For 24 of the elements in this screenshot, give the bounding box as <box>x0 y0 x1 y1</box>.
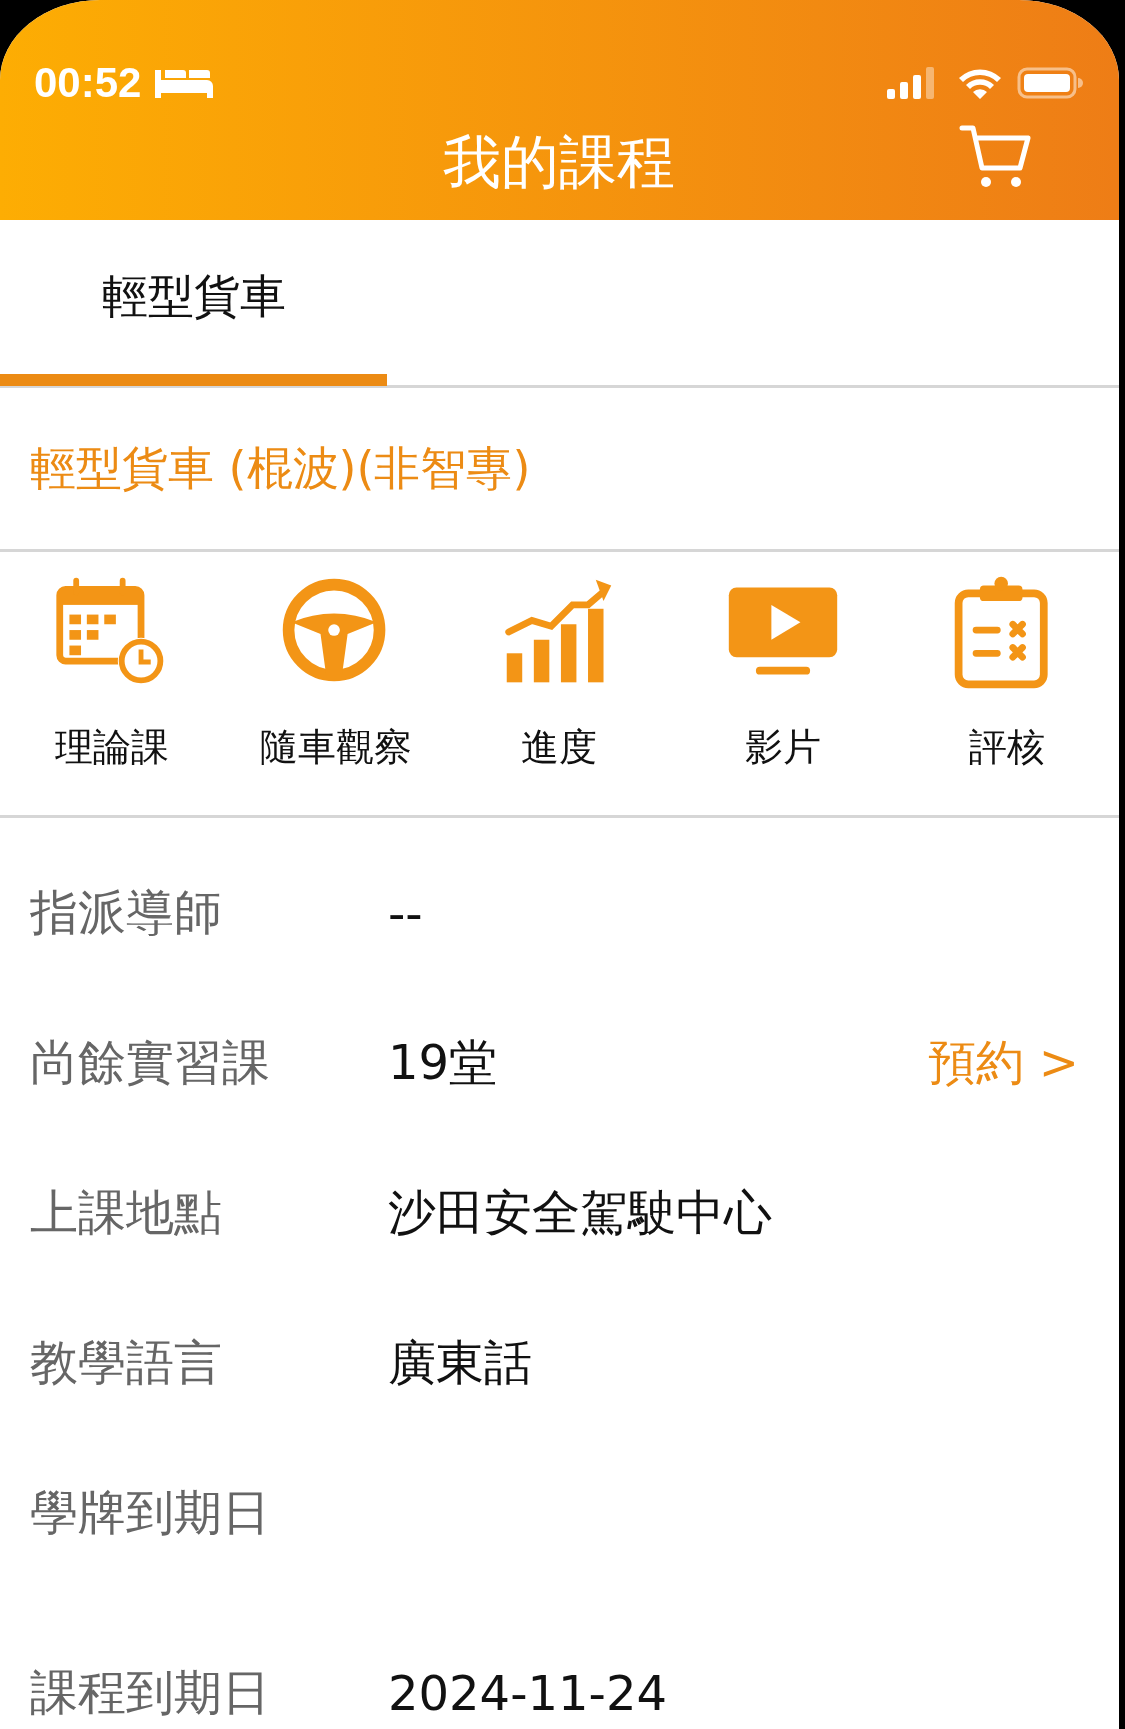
battery-icon <box>1017 67 1083 99</box>
detail-value: 廣東話 <box>388 1333 533 1392</box>
detail-label: 尚餘實習課 <box>30 1033 271 1092</box>
feature-label[interactable]: 理論課 <box>54 722 169 773</box>
detail-label: 上課地點 <box>30 1183 223 1242</box>
detail-label: 指派導師 <box>30 883 223 942</box>
detail-value: 2024-11-24 <box>388 1665 668 1721</box>
page-title: 我的課程 <box>442 127 675 198</box>
detail-label: 教學語言 <box>30 1333 223 1392</box>
detail-value: 19堂 <box>388 1033 499 1092</box>
detail-value: 沙田安全駕駛中心 <box>388 1183 773 1242</box>
detail-label: 學牌到期日 <box>30 1483 271 1542</box>
status-time: 00:52 <box>34 59 142 107</box>
wifi-icon <box>957 66 1003 100</box>
detail-value: -- <box>388 885 424 941</box>
detail-label: 課程到期日 <box>30 1663 271 1722</box>
signal-icon <box>887 67 937 99</box>
feature-label[interactable]: 隨車觀察 <box>259 722 412 773</box>
feature-label[interactable]: 進度 <box>521 722 598 773</box>
feature-label[interactable]: 影片 <box>745 722 822 773</box>
tab[interactable]: 輕型貨車 <box>0 220 387 386</box>
course-title: 輕型貨車 (棍波)(非智專) <box>30 439 531 497</box>
cart-icon[interactable] <box>959 124 1033 190</box>
feature-label[interactable]: 評核 <box>969 722 1046 773</box>
